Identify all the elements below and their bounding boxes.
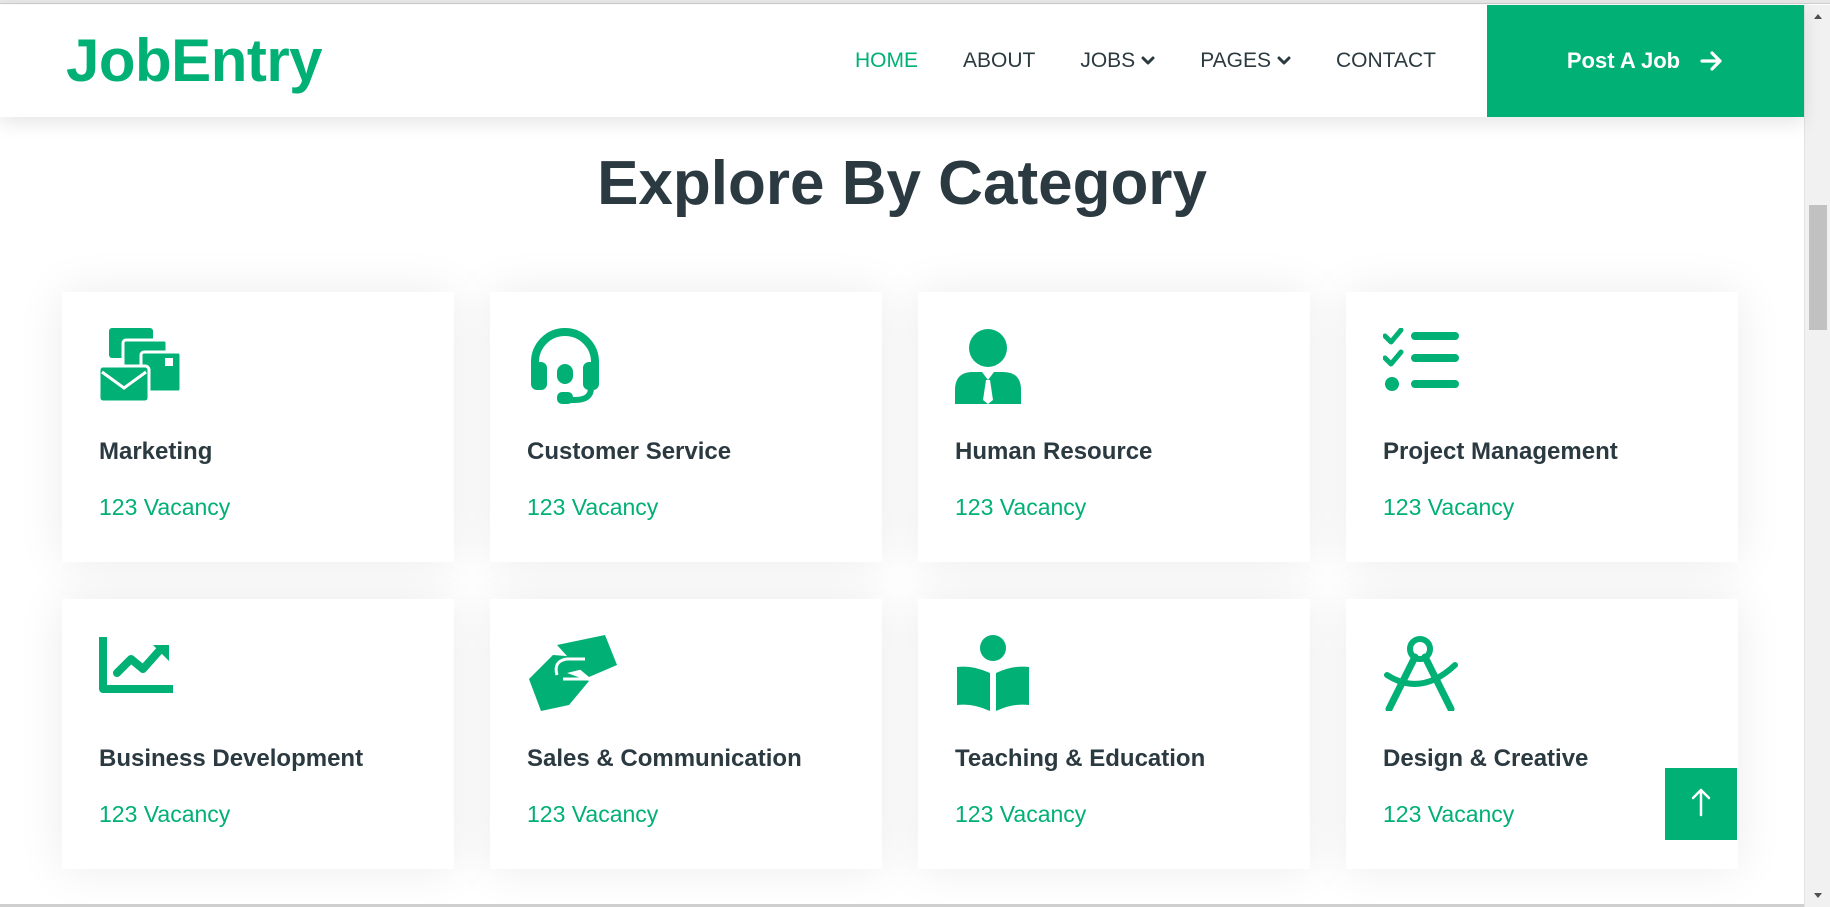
category-name: Customer Service <box>527 438 732 465</box>
category-name: Teaching & Education <box>955 745 1206 772</box>
headset-icon <box>527 328 617 408</box>
category-card-business-development[interactable]: Business Development 123 Vacancy <box>62 599 454 869</box>
category-vacancy: 123 Vacancy <box>527 494 659 520</box>
category-vacancy: 123 Vacancy <box>1383 801 1515 827</box>
category-card-sales-communication[interactable]: Sales & Communication 123 Vacancy <box>490 599 882 869</box>
nav-item-label: HOME <box>855 49 918 72</box>
category-name: Business Development <box>99 745 364 772</box>
nav-menu: HOME ABOUT JOBS PAGES CONTACT <box>855 5 1481 117</box>
brand-logo[interactable]: JobEntry <box>66 25 323 97</box>
category-vacancy: 123 Vacancy <box>955 494 1087 520</box>
category-vacancy: 123 Vacancy <box>1383 494 1515 520</box>
section-title: Explore By Category <box>597 149 1207 218</box>
category-card-teaching-education[interactable]: Teaching & Education 123 Vacancy <box>918 599 1310 869</box>
mail-bulk-icon <box>99 328 189 408</box>
back-to-top-button[interactable] <box>1665 768 1737 840</box>
chart-line-icon <box>99 635 189 715</box>
scroll-up-arrow-icon[interactable] <box>1805 5 1830 27</box>
nav-item-label: ABOUT <box>963 49 1036 72</box>
nav-item-about[interactable]: ABOUT <box>963 49 1035 73</box>
post-a-job-button[interactable]: Post A Job <box>1487 5 1804 117</box>
category-vacancy: 123 Vacancy <box>99 494 231 520</box>
category-name: Marketing <box>99 438 213 465</box>
nav-item-label: JOBS <box>1080 49 1136 72</box>
category-name: Human Resource <box>955 438 1153 465</box>
chevron-down-icon <box>1277 56 1291 66</box>
navbar: JobEntry HOME ABOUT JOBS PAGES CONTACT P… <box>0 5 1804 117</box>
hands-helping-icon <box>527 635 617 715</box>
scrollbar-thumb[interactable] <box>1809 205 1827 330</box>
book-reader-icon <box>955 635 1045 715</box>
nav-item-pages[interactable]: PAGES <box>1200 49 1291 73</box>
category-card-project-management[interactable]: Project Management 123 Vacancy <box>1346 292 1738 562</box>
scroll-down-arrow-icon[interactable] <box>1805 885 1830 907</box>
tasks-icon <box>1383 328 1473 408</box>
category-vacancy: 123 Vacancy <box>99 801 231 827</box>
category-card-marketing[interactable]: Marketing 123 Vacancy <box>62 292 454 562</box>
post-a-job-label: Post A Job <box>1566 48 1681 73</box>
nav-item-label: CONTACT <box>1336 49 1436 72</box>
category-card-human-resource[interactable]: Human Resource 123 Vacancy <box>918 292 1310 562</box>
nav-item-jobs[interactable]: JOBS <box>1080 49 1155 73</box>
nav-item-label: PAGES <box>1200 49 1272 72</box>
chevron-down-icon <box>1141 56 1155 66</box>
category-vacancy: 123 Vacancy <box>955 801 1087 827</box>
category-grid: Marketing 123 Vacancy Customer Service 1… <box>62 292 1738 869</box>
nav-item-home[interactable]: HOME <box>855 49 918 73</box>
arrow-up-icon <box>1690 787 1712 822</box>
nav-item-contact[interactable]: CONTACT <box>1336 49 1436 73</box>
category-name: Project Management <box>1383 438 1618 465</box>
category-name: Sales & Communication <box>527 745 802 772</box>
window-top-border <box>0 0 1830 4</box>
page-scrollbar[interactable] <box>1804 5 1830 907</box>
category-name: Design & Creative <box>1383 745 1589 772</box>
drafting-compass-icon <box>1383 635 1473 715</box>
arrow-right-icon <box>1700 50 1724 72</box>
user-tie-icon <box>955 328 1045 408</box>
category-vacancy: 123 Vacancy <box>527 801 659 827</box>
category-card-customer-service[interactable]: Customer Service 123 Vacancy <box>490 292 882 562</box>
